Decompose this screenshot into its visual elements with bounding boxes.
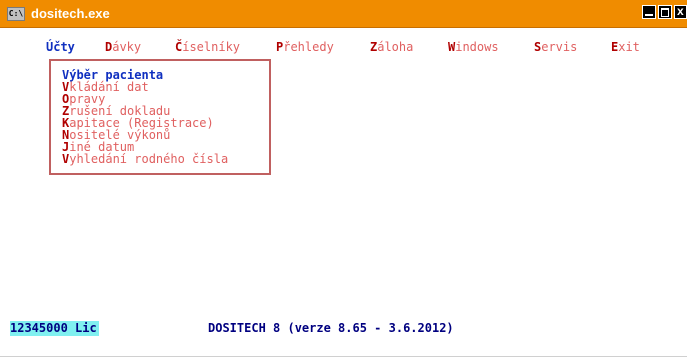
status-bar: 12345000 Lic DOSITECH 8 (verze 8.65 - 3.… [0, 321, 687, 337]
menu-label: íselníky [182, 40, 241, 54]
menu-bar: Účty Dávky Číselníky Přehledy Záloha Win… [0, 40, 687, 56]
menu-label: ávky [112, 40, 142, 54]
menu-item-vyhledani-rodneho-cisla[interactable]: Vyhledání rodného čísla [62, 153, 228, 165]
bottom-border [0, 356, 687, 357]
menu-prehledy[interactable]: Přehledy [276, 40, 334, 54]
title-bar[interactable]: C:\ dositech.exe [0, 0, 687, 28]
license-info: 12345000 Lic [10, 321, 99, 336]
minimize-button[interactable] [642, 5, 656, 19]
menu-ciselniky[interactable]: Číselníky [175, 40, 240, 54]
cmd-icon[interactable]: C:\ [7, 7, 25, 21]
menu-servis[interactable]: Servis [534, 40, 577, 54]
menu-label: řehledy [283, 40, 334, 54]
menu-label: indows [455, 40, 499, 54]
menu-label: xit [618, 40, 640, 54]
close-button[interactable] [674, 4, 687, 19]
version-info: DOSITECH 8 (verze 8.65 - 3.6.2012) [208, 321, 454, 335]
menu-zaloha[interactable]: Záloha [370, 40, 413, 54]
window-title: dositech.exe [31, 6, 110, 21]
menu-label: ervis [541, 40, 578, 54]
menu-label: čty [53, 40, 75, 54]
menu-davky[interactable]: Dávky [105, 40, 141, 54]
menu-exit[interactable]: Exit [611, 40, 640, 54]
menu-item-label: yhledání rodného čísla [69, 152, 229, 166]
ucty-dropdown-menu: Výběr pacienta Vkládání dat Opravy Zruše… [49, 59, 271, 175]
menu-label: áloha [377, 40, 414, 54]
menu-ucty[interactable]: Účty [46, 40, 75, 54]
menu-windows[interactable]: Windows [448, 40, 499, 54]
maximize-button[interactable] [658, 5, 672, 19]
